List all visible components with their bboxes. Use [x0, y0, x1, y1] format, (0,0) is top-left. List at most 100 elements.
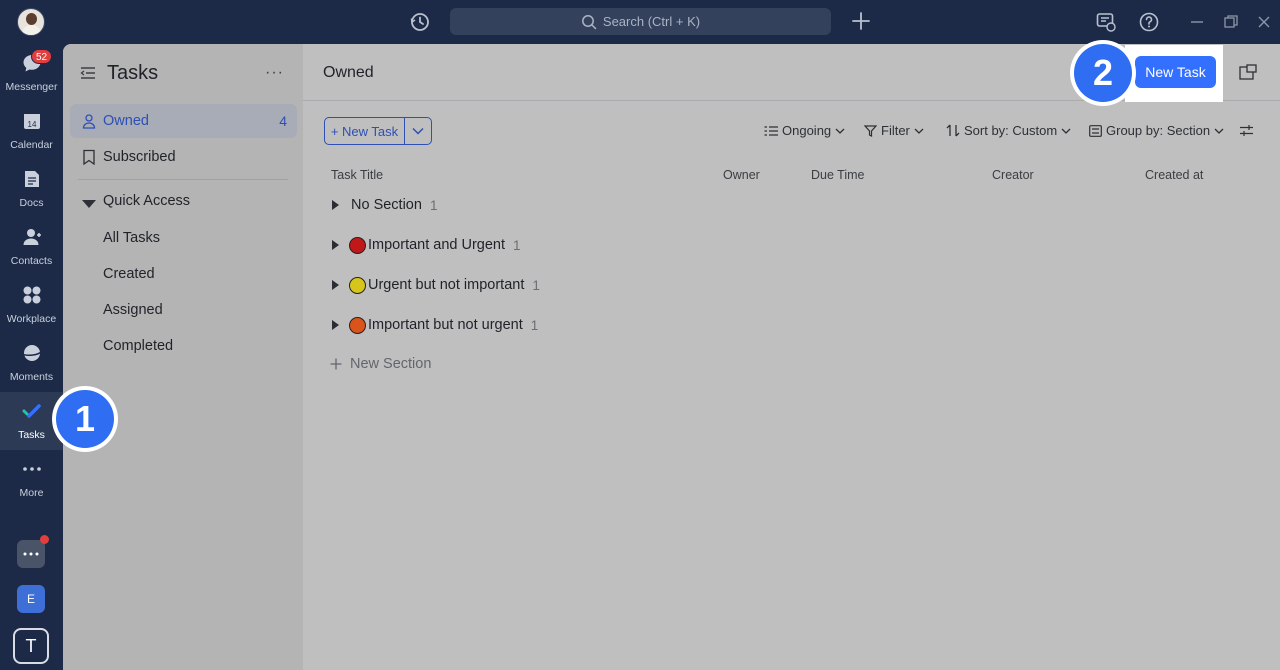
section-count: 1: [530, 317, 539, 333]
orange-priority-dot-icon: [349, 316, 366, 334]
app-tile-t[interactable]: T: [13, 628, 49, 664]
section-row-important-urgent[interactable]: Important and Urgent 1: [330, 233, 521, 257]
rail-label: Moments: [9, 371, 54, 383]
step-marker-1: 1: [52, 386, 118, 452]
expand-caret-icon[interactable]: [332, 320, 339, 330]
section-name: Important and Urgent: [368, 237, 506, 253]
sidebar-item-completed[interactable]: Completed: [103, 338, 173, 354]
red-priority-dot-icon: [349, 236, 366, 254]
popout-window-icon[interactable]: [1239, 64, 1257, 80]
expand-caret-icon[interactable]: [332, 240, 339, 250]
quick-access-toggle[interactable]: Quick Access: [70, 184, 297, 218]
column-header-due-time[interactable]: Due Time: [811, 168, 865, 182]
rail-label: Contacts: [10, 255, 53, 267]
search-placeholder: Search (Ctrl + K): [602, 14, 701, 29]
app-tile-e[interactable]: E: [17, 585, 45, 613]
expand-caret-icon[interactable]: [332, 200, 339, 210]
new-task-button[interactable]: New Task: [1135, 56, 1216, 88]
user-avatar[interactable]: [17, 8, 45, 36]
section-row-important-not-urgent[interactable]: Important but not urgent 1: [330, 313, 538, 337]
unread-badge: 52: [31, 49, 53, 64]
section-row-urgent-not-important[interactable]: Urgent but not important 1: [330, 273, 540, 297]
search-input[interactable]: Search (Ctrl + K): [450, 8, 831, 35]
chevron-down-icon: [835, 128, 845, 134]
rail-label: Workplace: [6, 313, 57, 325]
help-icon[interactable]: [1138, 11, 1160, 33]
chevron-down-icon: [1061, 128, 1071, 134]
expand-caret-icon[interactable]: [332, 280, 339, 290]
section-name: No Section: [351, 197, 422, 213]
notification-settings-icon[interactable]: [1095, 11, 1117, 33]
column-header-created-at[interactable]: Created at: [1145, 168, 1203, 182]
search-icon: [581, 14, 597, 29]
rail-label: More: [19, 487, 44, 499]
sidebar-more-button[interactable]: ···: [265, 64, 285, 82]
yellow-priority-dot-icon: [349, 276, 366, 294]
settings-sliders-icon[interactable]: [1239, 124, 1254, 137]
sidebar-item-subscribed[interactable]: Subscribed: [70, 140, 297, 174]
quick-access-label: Quick Access: [103, 193, 191, 209]
svg-text:14: 14: [28, 120, 37, 129]
sidebar-item-all-tasks[interactable]: All Tasks: [103, 230, 160, 246]
sidebar-item-created[interactable]: Created: [103, 266, 155, 282]
top-bar: Search (Ctrl + K): [0, 0, 1280, 44]
filter-button[interactable]: Filter: [864, 123, 924, 138]
column-header-creator[interactable]: Creator: [992, 168, 1034, 182]
rail-item-docs[interactable]: Docs: [0, 160, 63, 218]
page-title: Owned: [323, 64, 374, 81]
tasks-sidebar: Tasks ··· Owned 4 Subscribed Quick Acces…: [63, 44, 303, 670]
column-header-task-title[interactable]: Task Title: [331, 168, 383, 182]
sidebar-item-label: Subscribed: [103, 149, 176, 165]
ellipsis-icon: [23, 552, 39, 556]
rail-item-more[interactable]: More: [0, 450, 63, 508]
step-number: 2: [1074, 44, 1132, 102]
ongoing-filter[interactable]: Ongoing: [764, 123, 845, 138]
app-rail: 52 Messenger 14 Calendar Docs Contacts W…: [0, 44, 63, 670]
section-count: 1: [513, 237, 521, 253]
sidebar-title: Tasks: [107, 62, 159, 84]
rail-item-messenger[interactable]: 52 Messenger: [0, 44, 63, 102]
group-icon: [1089, 124, 1102, 137]
tasks-icon: [22, 404, 41, 418]
bookmark-icon: [83, 149, 95, 165]
rail-item-moments[interactable]: Moments: [0, 334, 63, 392]
section-name: Important but not urgent: [368, 317, 523, 333]
sort-icon: [946, 124, 960, 137]
new-section-button[interactable]: New Section: [330, 356, 431, 372]
section-count: 1: [532, 277, 540, 293]
docs-icon: [25, 171, 39, 187]
chevron-down-icon: [412, 127, 424, 135]
column-header-owner[interactable]: Owner: [723, 168, 760, 182]
minimize-icon[interactable]: [1186, 11, 1208, 33]
rail-item-workplace[interactable]: Workplace: [0, 276, 63, 334]
workplace-icon: [23, 286, 41, 304]
sidebar-item-owned[interactable]: Owned 4: [70, 104, 297, 138]
sidebar-item-assigned[interactable]: Assigned: [103, 302, 163, 318]
app-more-tile[interactable]: [17, 535, 49, 568]
history-icon[interactable]: [408, 10, 432, 34]
new-task-inline-button[interactable]: + New Task: [325, 118, 405, 144]
rail-item-calendar[interactable]: 14 Calendar: [0, 102, 63, 160]
add-icon[interactable]: [850, 10, 872, 32]
collapse-sidebar-icon[interactable]: [79, 64, 97, 82]
notification-dot: [40, 535, 49, 544]
step-number: 1: [56, 390, 114, 448]
rail-label: Messenger: [5, 81, 58, 93]
restore-icon[interactable]: [1220, 11, 1242, 33]
sort-button[interactable]: Sort by: Custom: [946, 123, 1071, 138]
chevron-down-icon: [914, 128, 924, 134]
new-section-label: New Section: [350, 356, 432, 372]
close-icon[interactable]: [1253, 11, 1275, 33]
status-list-icon: [764, 125, 778, 136]
section-count: 1: [429, 197, 438, 213]
group-button[interactable]: Group by: Section: [1089, 123, 1224, 138]
new-task-dropdown[interactable]: [405, 118, 431, 144]
sort-label: Sort by: Custom: [964, 123, 1058, 138]
person-icon: [82, 114, 96, 129]
filter-label: Filter: [881, 123, 910, 138]
step-marker-2: 2: [1070, 40, 1136, 106]
section-row-no-section[interactable]: No Section 1: [330, 193, 437, 217]
rail-label: Calendar: [10, 139, 53, 151]
rail-item-contacts[interactable]: Contacts: [0, 218, 63, 276]
ongoing-label: Ongoing: [782, 123, 832, 138]
